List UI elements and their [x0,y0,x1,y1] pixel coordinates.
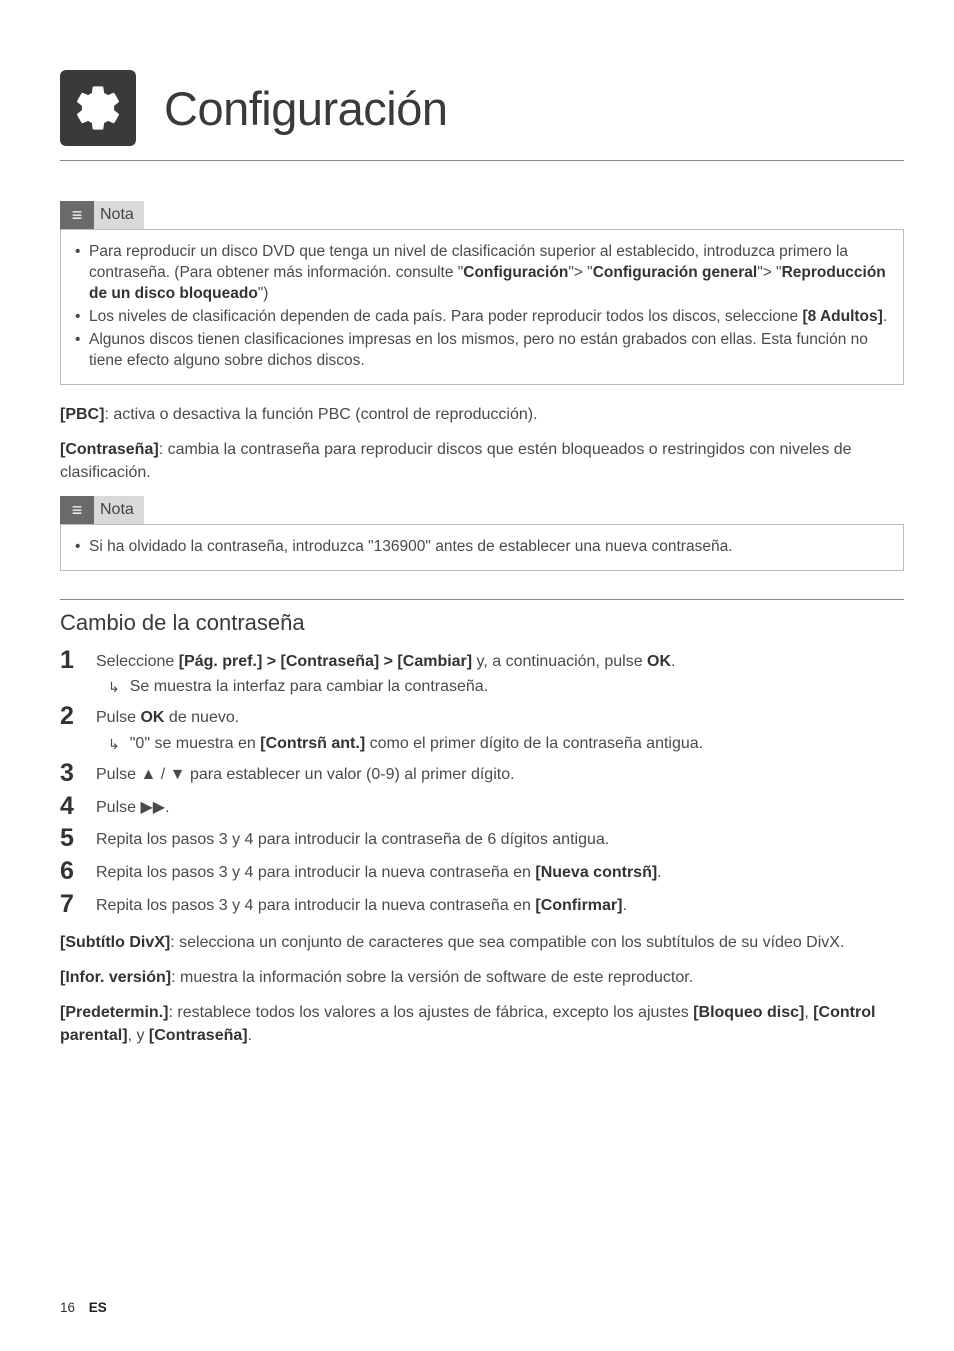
para-contrasena: [Contraseña]: cambia la contraseña para … [60,438,904,484]
note-box-1: ≡ Nota Para reproducir un disco DVD que … [60,201,904,385]
language-code: ES [89,1300,107,1315]
note-body: Para reproducir un disco DVD que tenga u… [60,229,904,385]
page-number: 16 [60,1300,75,1315]
para-default: [Predetermin.]: restablece todos los val… [60,1001,904,1047]
step-7: 7 Repita los pasos 3 y 4 para introducir… [60,890,904,919]
note-head: ≡ Nota [60,201,904,229]
step-3: 3 Pulse ▲ / ▼ para establecer un valor (… [60,759,904,788]
step-2-result: ↳ "0" se muestra en [Contrsñ ant.] como … [96,732,904,755]
note-box-2: ≡ Nota Si ha olvidado la contraseña, int… [60,496,904,571]
note1-item-1: Para reproducir un disco DVD que tenga u… [75,242,889,305]
note-body: Si ha olvidado la contraseña, introduzca… [60,524,904,571]
page-header: Configuración [60,70,904,146]
down-triangle-icon: ▼ [170,766,186,783]
step-1-result: ↳ Se muestra la interfaz para cambiar la… [96,675,904,698]
note-label: Nota [94,496,144,524]
result-arrow-icon: ↳ [108,675,120,697]
para-pbc: [PBC]: activa o desactiva la función PBC… [60,403,904,426]
page-footer: 16 ES [60,1300,107,1315]
note-label: Nota [94,201,144,229]
result-arrow-icon: ↳ [108,732,120,754]
note2-item-1: Si ha olvidado la contraseña, introduzca… [75,537,889,558]
note-head: ≡ Nota [60,496,904,524]
fast-forward-icon: ▶▶ [140,799,165,816]
gear-icon [60,70,136,146]
step-4: 4 Pulse ▶▶. [60,792,904,821]
step-2: 2 Pulse OK de nuevo. ↳ "0" se muestra en… [60,702,904,754]
note1-item-2: Los niveles de clasificación dependen de… [75,307,889,328]
para-version: [Infor. versión]: muestra la información… [60,966,904,989]
page-title: Configuración [164,81,448,136]
section-divider [60,599,904,600]
step-6: 6 Repita los pasos 3 y 4 para introducir… [60,857,904,886]
note1-item-3: Algunos discos tienen clasificaciones im… [75,330,889,372]
note-icon: ≡ [60,201,94,229]
section-heading: Cambio de la contraseña [60,610,904,636]
title-divider [60,160,904,161]
step-1: 1 Seleccione [Pág. pref.] > [Contraseña]… [60,646,904,698]
page-root: Configuración ≡ Nota Para reproducir un … [0,0,954,1351]
para-divx: [Subtítlo DivX]: selecciona un conjunto … [60,931,904,954]
steps-list: 1 Seleccione [Pág. pref.] > [Contraseña]… [60,646,904,919]
up-triangle-icon: ▲ [140,766,156,783]
note-icon: ≡ [60,496,94,524]
step-5: 5 Repita los pasos 3 y 4 para introducir… [60,824,904,853]
